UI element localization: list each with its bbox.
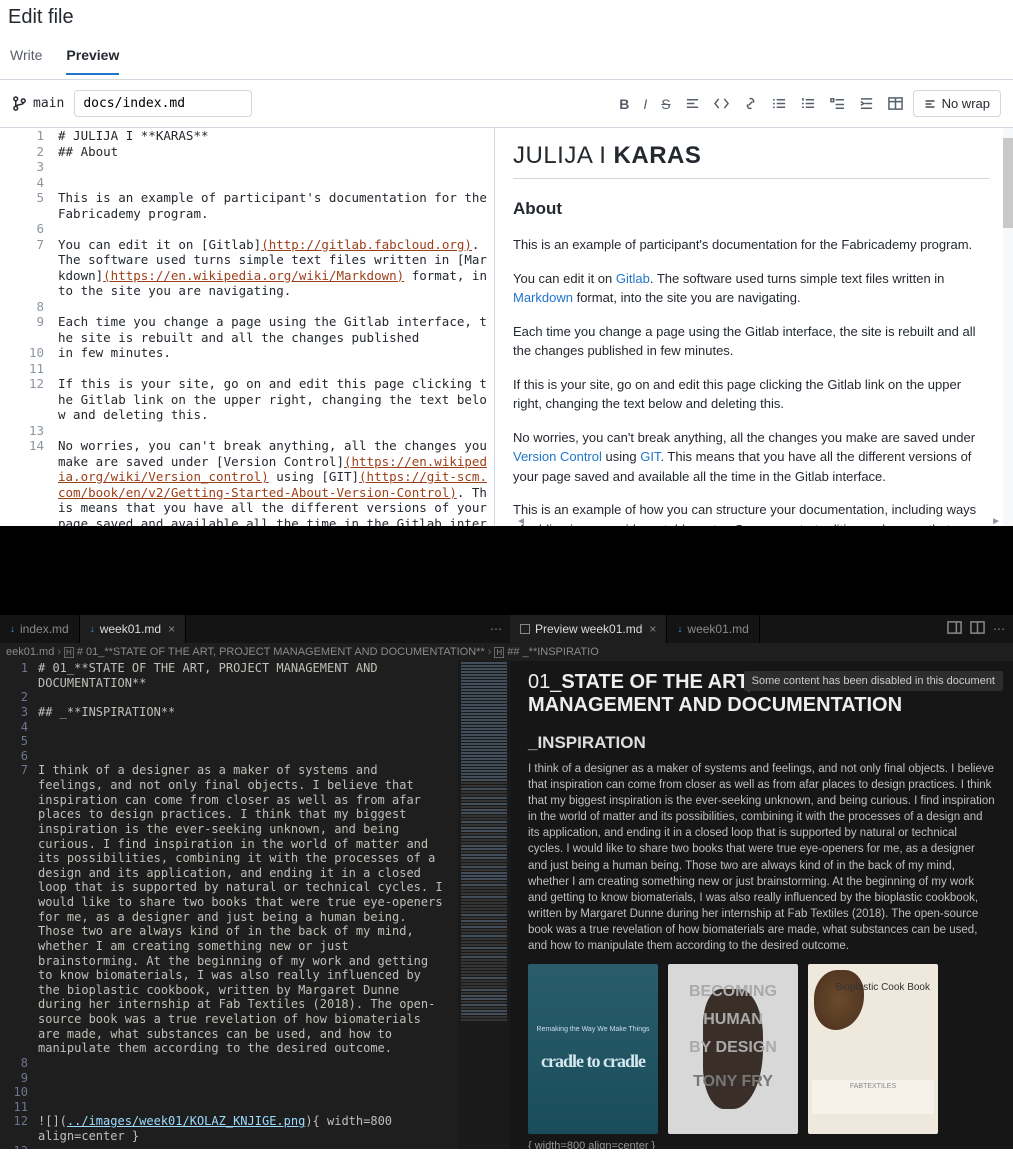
minimap[interactable] (458, 661, 510, 1149)
branch-icon (12, 96, 27, 111)
tab-label: Preview week01.md (535, 622, 642, 636)
preview-p5: No worries, you can't break anything, al… (513, 428, 989, 487)
preview-p1: This is an example of participant's docu… (513, 235, 989, 255)
layout-icon[interactable] (970, 620, 985, 638)
gitlab-editor: Edit file Write Preview main B I S N (0, 0, 1013, 526)
link-gitlab[interactable]: Gitlab (616, 271, 650, 286)
markdown-preview: JULIJA I KARAS About This is an example … (495, 128, 1013, 526)
markdown-icon: ↓ (90, 624, 95, 635)
filepath-input[interactable] (74, 90, 252, 117)
security-toast[interactable]: Some content has been disabled in this d… (744, 671, 1003, 691)
table-icon[interactable] (888, 96, 903, 111)
nowrap-label: No wrap (942, 96, 990, 111)
book-strip: FABTEXTILES (812, 1080, 934, 1114)
preview-h2: About (513, 199, 989, 219)
tab-write[interactable]: Write (10, 47, 42, 75)
breadcrumb-file: eek01.md (6, 646, 54, 658)
vscode-window: ↓ index.md ↓ week01.md × ⋯ Preview week01.m… (0, 615, 1013, 1149)
tab-preview[interactable]: Preview (66, 47, 119, 75)
tab-label: week01.md (100, 622, 161, 636)
italic-icon[interactable]: I (643, 96, 647, 112)
book-bioplastic: Bioplastic Cook Book FABTEXTILES (808, 964, 938, 1134)
ol-icon[interactable] (801, 96, 816, 111)
preview-p2: You can edit it on Gitlab. The software … (513, 269, 989, 308)
heading-icon: H (494, 647, 504, 658)
preview-p4: If this is your site, go on and edit thi… (513, 375, 989, 414)
vs-preview-h2: _INSPIRATION (528, 733, 995, 753)
tab-preview-week01[interactable]: Preview week01.md × (510, 615, 667, 643)
branch-name: main (33, 96, 64, 111)
code-icon[interactable] (714, 96, 729, 111)
editor-group-right-tabs: Preview week01.md × ↓ week01.md ⋯ (510, 615, 1013, 643)
more-actions-icon[interactable]: ⋯ (482, 622, 510, 636)
scrollbar-vertical[interactable] (1003, 128, 1013, 526)
ul-icon[interactable] (772, 96, 787, 111)
stain-shape (814, 970, 864, 1030)
book-images: Remaking the Way We Make Things cradle t… (528, 964, 995, 1134)
split-icon[interactable] (947, 620, 962, 638)
editor-group-left-tabs: ↓ index.md ↓ week01.md × ⋯ (0, 615, 510, 643)
formatting-icons: B I S (619, 96, 902, 112)
vscode-split: 1# 01_**STATE OF THE ART, PROJECT MANAGE… (0, 661, 1013, 1149)
markdown-icon: ↓ (10, 624, 15, 635)
vscode-tabs: ↓ index.md ↓ week01.md × ⋯ Preview week01.m… (0, 615, 1013, 643)
editor-actions: ⋯ (939, 615, 1013, 643)
preview-h1: JULIJA I KARAS (513, 142, 989, 179)
breadcrumb-seg: # 01_**STATE OF THE ART, PROJECT MANAGEM… (77, 646, 485, 658)
link-markdown[interactable]: Markdown (513, 290, 573, 305)
editor-toolbar: main B I S No wrap (0, 80, 1013, 128)
scrollbar-horizontal[interactable]: ◄► (514, 515, 1003, 527)
scroll-thumb[interactable] (1003, 138, 1013, 228)
close-icon[interactable]: × (649, 622, 656, 636)
gitlab-header: Edit file Write Preview (0, 0, 1013, 80)
bold-icon[interactable]: B (619, 96, 629, 112)
settings-icon (924, 98, 936, 110)
link-icon[interactable] (743, 96, 758, 111)
vscode-source-editor[interactable]: 1# 01_**STATE OF THE ART, PROJECT MANAGE… (0, 661, 510, 1149)
task-icon[interactable] (830, 96, 845, 111)
preview-icon (520, 624, 530, 634)
markdown-icon: ↓ (677, 624, 682, 635)
branch-indicator[interactable]: main (12, 96, 64, 111)
more-icon[interactable]: ⋯ (993, 622, 1005, 636)
split-view: 1# JULIJA I **KARAS**2## About345This is… (0, 128, 1013, 526)
tab-index-md[interactable]: ↓ index.md (0, 615, 80, 643)
page-title: Edit file (8, 6, 1005, 29)
preview-p3: Each time you change a page using the Gi… (513, 322, 989, 361)
editor-tabs: Write Preview (8, 47, 1005, 75)
quote-icon[interactable] (685, 96, 700, 111)
breadcrumb[interactable]: eek01.md›H # 01_**STATE OF THE ART, PROJ… (0, 643, 1013, 661)
close-icon[interactable]: × (168, 622, 175, 636)
link-version-control[interactable]: Version Control (513, 449, 602, 464)
breadcrumb-seg: ## _**INSPIRATIO (507, 646, 599, 658)
tab-week01-right[interactable]: ↓ week01.md (667, 615, 759, 643)
tab-label: index.md (20, 622, 69, 636)
vscode-markdown-preview: Some content has been disabled in this d… (510, 661, 1013, 1149)
image-caption: { width=800 align=center } (528, 1140, 995, 1149)
separator-gap (0, 526, 1013, 615)
link-git[interactable]: GIT (640, 449, 660, 464)
strike-icon[interactable]: S (661, 96, 670, 112)
heading-icon: H (64, 647, 74, 658)
vs-preview-body: I think of a designer as a maker of syst… (528, 761, 995, 954)
tab-week01-md[interactable]: ↓ week01.md × (80, 615, 186, 643)
book-tony-fry: BECOMING HUMAN BY DESIGN TONY FRY (668, 964, 798, 1134)
tab-label: week01.md (687, 622, 748, 636)
source-editor[interactable]: 1# JULIJA I **KARAS**2## About345This is… (0, 128, 495, 526)
nowrap-button[interactable]: No wrap (913, 90, 1001, 117)
indent-icon[interactable] (859, 96, 874, 111)
book-cradle: Remaking the Way We Make Things cradle t… (528, 964, 658, 1134)
